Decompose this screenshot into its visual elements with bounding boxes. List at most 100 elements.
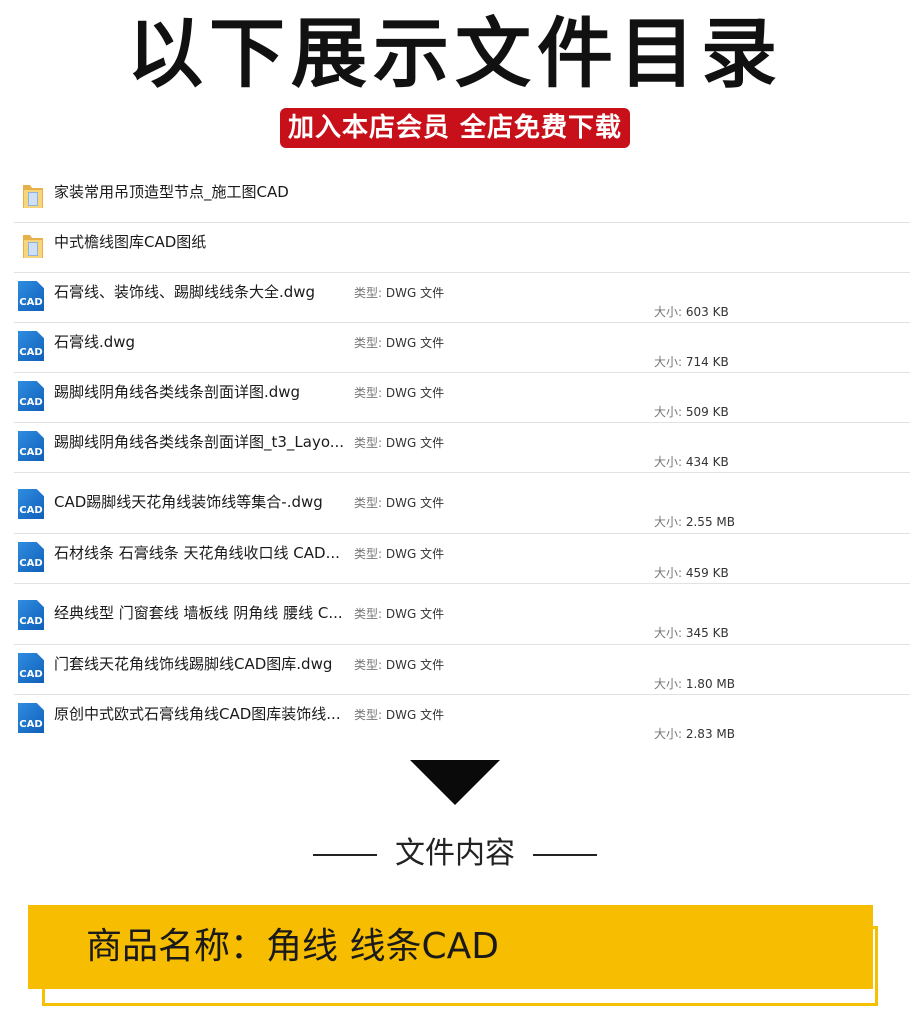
size-value: 2.55 MB bbox=[685, 515, 735, 529]
file-type: 类型: DWG 文件 bbox=[354, 494, 444, 511]
type-value: DWG 文件 bbox=[385, 336, 445, 350]
page: 以下展示文件目录 加入本店会员 全店免费下载 家装常用吊顶造型节点_施工图CAD… bbox=[0, 0, 910, 1012]
size-value: 714 KB bbox=[685, 355, 729, 369]
cad-file-icon: CAD bbox=[18, 431, 44, 461]
size-value: 345 KB bbox=[685, 626, 729, 640]
type-value: DWG 文件 bbox=[385, 436, 445, 450]
file-size: 大小: 2.55 MB bbox=[654, 513, 735, 530]
file-size: 大小: 345 KB bbox=[654, 624, 729, 641]
folder-icon bbox=[23, 185, 43, 208]
size-value: 459 KB bbox=[685, 566, 729, 580]
page-title: 以下展示文件目录 bbox=[127, 9, 783, 98]
type-label: 类型: bbox=[354, 708, 386, 722]
size-label: 大小: bbox=[654, 727, 686, 741]
file-row[interactable]: 中式檐线图库CAD图纸 bbox=[14, 223, 910, 273]
file-row[interactable]: CAD 踢脚线阴角线各类线条剖面详图_t3_Layo... 类型: DWG 文件大小… bbox=[14, 423, 910, 473]
size-label: 大小: bbox=[654, 515, 686, 529]
file-row[interactable]: CAD 原创中式欧式石膏线角线CAD图库装饰线... 类型: DWG 文件大小: 2… bbox=[14, 695, 910, 745]
type-label: 类型: bbox=[354, 436, 386, 450]
file-row[interactable]: CAD 踢脚线阴角线各类线条剖面详图.dwg 类型: DWG 文件大小: 509 K… bbox=[14, 373, 910, 423]
cad-icon-label: CAD bbox=[19, 397, 43, 408]
file-name: 原创中式欧式石膏线角线CAD图库装饰线... bbox=[54, 705, 341, 723]
type-value: DWG 文件 bbox=[385, 286, 445, 300]
size-label: 大小: bbox=[654, 355, 686, 369]
cad-file-icon: CAD bbox=[18, 703, 44, 733]
type-label: 类型: bbox=[354, 386, 386, 400]
size-label: 大小: bbox=[654, 405, 686, 419]
type-label: 类型: bbox=[354, 496, 386, 510]
file-row[interactable]: CAD 石膏线.dwg 类型: DWG 文件 大小: 714 KB bbox=[14, 323, 910, 373]
file-name: 石材线条 石膏线条 天花角线收口线 CAD... bbox=[54, 544, 340, 562]
file-type: 类型: DWG 文件 bbox=[354, 384, 444, 401]
cad-file-icon: CAD bbox=[18, 381, 44, 411]
type-label: 类型: bbox=[354, 286, 386, 300]
type-value: DWG 文件 bbox=[385, 658, 445, 672]
cad-file-icon: CAD bbox=[18, 600, 44, 630]
cad-icon-label: CAD bbox=[19, 297, 43, 308]
section-heading-text: 文件内容 bbox=[395, 836, 515, 871]
size-value: 509 KB bbox=[685, 405, 729, 419]
file-name: 踢脚线阴角线各类线条剖面详图.dwg bbox=[54, 383, 301, 401]
cad-file-icon: CAD bbox=[18, 281, 44, 311]
file-row[interactable]: CAD CAD踢脚线天花角线装饰线等集合-.dwg 类型: DWG 文件大小: 2.… bbox=[14, 473, 910, 534]
size-value: 434 KB bbox=[685, 455, 729, 469]
file-type: 类型: DWG 文件 bbox=[354, 605, 444, 622]
type-value: DWG 文件 bbox=[385, 708, 445, 722]
file-type: 类型: DWG 文件 bbox=[354, 434, 444, 451]
cad-icon-label: CAD bbox=[19, 616, 43, 627]
file-list: 家装常用吊顶造型节点_施工图CAD 中式檐线图库CAD图纸 CAD 石膏线、装饰线、踢… bbox=[14, 173, 910, 745]
file-type: 类型: DWG 文件 bbox=[354, 706, 444, 723]
file-row[interactable]: CAD 石材线条 石膏线条 天花角线收口线 CAD... 类型: DWG 文件大小:… bbox=[14, 534, 910, 584]
size-label: 大小: bbox=[654, 305, 686, 319]
cad-icon-label: CAD bbox=[19, 347, 43, 358]
file-type: 类型: DWG 文件 bbox=[354, 284, 444, 301]
cad-icon-label: CAD bbox=[19, 558, 43, 569]
cad-file-icon: CAD bbox=[18, 331, 44, 361]
cad-icon-label: CAD bbox=[19, 669, 43, 680]
file-size: 大小: 434 KB bbox=[654, 453, 729, 470]
divider-right bbox=[533, 853, 597, 856]
file-name: 踢脚线阴角线各类线条剖面详图_t3_Layo... bbox=[54, 433, 344, 451]
file-type: 类型: DWG 文件 bbox=[354, 545, 444, 562]
product-name-box: 商品名称：角线 线条CAD bbox=[28, 905, 873, 989]
product-name: 商品名称：角线 线条CAD bbox=[86, 926, 499, 967]
down-arrow-icon bbox=[410, 760, 500, 805]
size-value: 603 KB bbox=[685, 305, 729, 319]
file-name: CAD踢脚线天花角线装饰线等集合-.dwg bbox=[54, 493, 323, 511]
promo-banner: 加入本店会员 全店免费下载 bbox=[279, 108, 631, 148]
file-type: 类型: DWG 文件 bbox=[354, 656, 444, 673]
file-row[interactable]: CAD 石膏线、装饰线、踢脚线线条大全.dwg 类型: DWG 文件 大小: 603 … bbox=[14, 273, 910, 323]
size-label: 大小: bbox=[654, 455, 686, 469]
file-row[interactable]: 家装常用吊顶造型节点_施工图CAD bbox=[14, 173, 910, 223]
type-value: DWG 文件 bbox=[385, 496, 445, 510]
divider-left bbox=[313, 853, 377, 856]
cad-icon-label: CAD bbox=[19, 447, 43, 458]
type-value: DWG 文件 bbox=[385, 607, 445, 621]
folder-icon bbox=[23, 235, 43, 258]
cad-icon-label: CAD bbox=[19, 505, 43, 516]
file-row[interactable]: CAD 门套线天花角线饰线踢脚线CAD图库.dwg 类型: DWG 文件大小: 1.… bbox=[14, 645, 910, 695]
size-value: 2.83 MB bbox=[685, 727, 735, 741]
type-label: 类型: bbox=[354, 658, 386, 672]
promo-wrap: 加入本店会员 全店免费下载 bbox=[0, 108, 910, 148]
cad-file-icon: CAD bbox=[18, 489, 44, 519]
section-heading: 文件内容 bbox=[0, 834, 910, 874]
type-value: DWG 文件 bbox=[385, 547, 445, 561]
file-row[interactable]: CAD 经典线型 门窗套线 墙板线 阴角线 腰线 C... 类型: DWG 文件 大小… bbox=[14, 584, 910, 645]
file-size: 大小: 603 KB bbox=[654, 303, 729, 320]
file-name: 家装常用吊顶造型节点_施工图CAD bbox=[54, 183, 289, 201]
type-label: 类型: bbox=[354, 547, 386, 561]
size-value: 1.80 MB bbox=[685, 677, 735, 691]
file-name: 中式檐线图库CAD图纸 bbox=[54, 233, 207, 251]
cad-file-icon: CAD bbox=[18, 542, 44, 572]
type-value: DWG 文件 bbox=[385, 386, 445, 400]
file-name: 门套线天花角线饰线踢脚线CAD图库.dwg bbox=[54, 655, 333, 673]
type-label: 类型: bbox=[354, 336, 386, 350]
file-size: 大小: 2.83 MB bbox=[654, 725, 735, 742]
file-size: 大小: 1.80 MB bbox=[654, 675, 735, 692]
cad-file-icon: CAD bbox=[18, 653, 44, 683]
size-label: 大小: bbox=[654, 566, 686, 580]
file-type: 类型: DWG 文件 bbox=[354, 334, 444, 351]
type-label: 类型: bbox=[354, 607, 386, 621]
size-label: 大小: bbox=[654, 626, 686, 640]
